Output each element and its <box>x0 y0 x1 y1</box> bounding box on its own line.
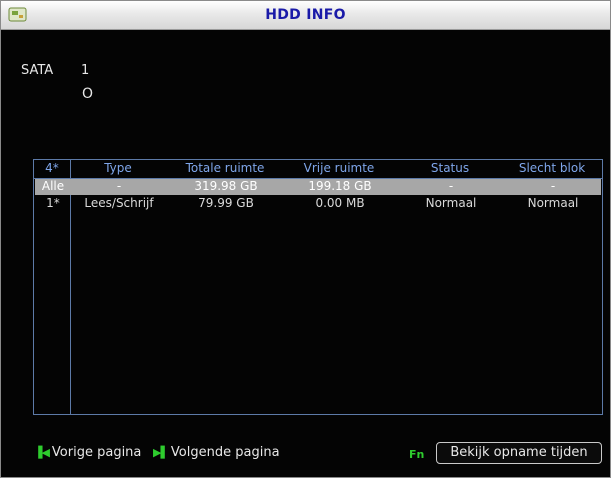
row-index: Alle <box>41 179 65 193</box>
header-total-space: Totale ruimte <box>185 161 265 175</box>
header-index: 4* <box>45 161 59 175</box>
hdd-info-window: HDD INFO SATA 1 O 4* Type Totale ruimte … <box>0 0 611 478</box>
table-row[interactable]: 1* Lees/Schrijf 79.99 GB 0.00 MB Normaal… <box>35 196 601 212</box>
row-free-space: 0.00 MB <box>315 196 365 210</box>
row-index: 1* <box>46 196 60 210</box>
window-title: HDD INFO <box>265 7 346 23</box>
header-status: Status <box>430 161 470 175</box>
title-bar: HDD INFO <box>1 1 610 30</box>
sata-disk-mark[interactable]: O <box>82 86 93 102</box>
hdd-table: 4* Type Totale ruimte Vrije ruimte Statu… <box>33 159 603 415</box>
prev-page-link[interactable]: ▐◀ Vorige pagina <box>34 445 141 460</box>
row-total-space: 79.99 GB <box>198 196 254 210</box>
record-key-icon: Fn <box>409 448 425 461</box>
row-bad-block: - <box>550 179 556 193</box>
view-record-times-button[interactable]: Bekijk opname tijden <box>436 442 602 464</box>
row-type: Lees/Schrijf <box>84 196 154 210</box>
next-page-icon: ▶▌ <box>153 446 169 459</box>
row-status: Normaal <box>425 196 477 210</box>
next-page-link[interactable]: ▶▌ Volgende pagina <box>153 445 280 460</box>
table-row[interactable]: Alle - 319.98 GB 199.18 GB - - <box>35 179 601 195</box>
next-page-label: Volgende pagina <box>170 445 280 460</box>
header-type: Type <box>104 161 132 175</box>
row-total-space: 319.98 GB <box>194 179 258 193</box>
header-bad-block: Slecht blok <box>518 161 586 175</box>
table-header: 4* Type Totale ruimte Vrije ruimte Statu… <box>34 160 602 179</box>
row-bad-block: Normaal <box>527 196 579 210</box>
prev-page-icon: ▐◀ <box>34 446 50 459</box>
sata-label: SATA <box>21 63 54 78</box>
row-free-space: 199.18 GB <box>308 179 372 193</box>
row-status: - <box>448 179 454 193</box>
header-free-space: Vrije ruimte <box>303 161 375 175</box>
prev-page-label: Vorige pagina <box>51 445 142 460</box>
row-type: - <box>116 179 122 193</box>
sata-disk-number[interactable]: 1 <box>81 63 89 78</box>
